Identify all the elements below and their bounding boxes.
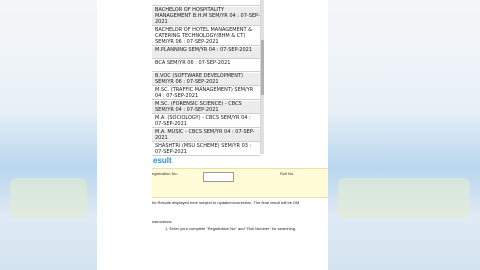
background-blur-left — [0, 0, 97, 270]
course-list[interactable]: BACHELOR OF HOSPITALITY MANAGEMENT B.H.M… — [152, 0, 261, 156]
course-item[interactable]: B.VOC (SOFTWARE DEVELOPMENT) SEM/YR 06 :… — [152, 73, 260, 86]
result-heading: esult — [153, 156, 172, 165]
list-scrollbar[interactable] — [261, 0, 264, 154]
course-item[interactable]: BACHELOR OF HOSPITALITY MANAGEMENT B.H.M… — [152, 7, 260, 26]
background-blob — [338, 178, 470, 218]
course-item[interactable]: M.SC. (TRAFFIC MANAGEMENT) SEM/YR 04 : 0… — [152, 87, 260, 100]
registration-label: egistration No. — [152, 171, 178, 176]
course-item[interactable]: M.SC. (FORENSIC SCIENCE) - CBCS SEM/YR 0… — [152, 101, 260, 114]
course-item[interactable] — [152, 0, 260, 6]
course-item[interactable]: M.A. (SOCIOLOGY) - CBCS SEM/YR 04 : 07-S… — [152, 115, 260, 128]
result-disclaimer: he Results displayed here subject to upd… — [152, 200, 300, 205]
search-form: egistration No. Roll No. — [152, 168, 328, 198]
course-item[interactable]: M.A. MUSIC - CBCS SEM/YR 04 : 07-SEP-202… — [152, 129, 260, 142]
roll-label: Roll No. — [280, 171, 295, 176]
course-item[interactable]: M.PLANNING SEM/YR 04 : 07-SEP-2021 — [152, 47, 260, 59]
course-item[interactable]: BCA SEM/YR 06 : 07-SEP-2021 — [152, 60, 260, 72]
registration-input[interactable] — [203, 172, 234, 182]
instructions-heading: nstructions: — [152, 219, 173, 224]
background-blur-right — [328, 0, 480, 270]
course-item[interactable]: SHASHTRI (MSU SCHEME) SEM/YR 03 : 07-SEP… — [152, 143, 260, 156]
result-page: BACHELOR OF HOSPITALITY MANAGEMENT B.H.M… — [97, 0, 328, 270]
background-blob — [10, 178, 87, 218]
instruction-item: 1. Enter your complete "Registration No"… — [165, 226, 297, 231]
scrollbar-thumb[interactable] — [261, 40, 264, 95]
course-item[interactable]: BACHELOR OF HOTEL MANAGEMENT & CATERING … — [152, 27, 260, 46]
